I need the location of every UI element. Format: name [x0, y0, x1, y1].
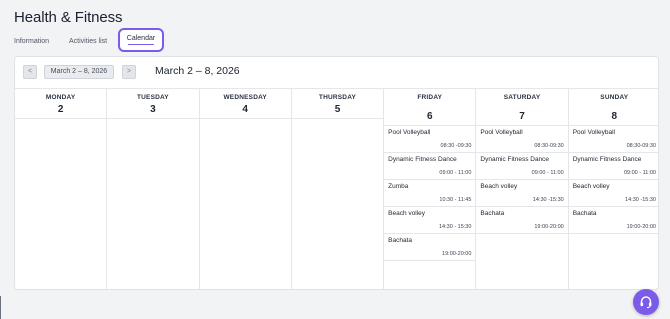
day-number: 2 — [57, 104, 64, 115]
week-grid: MONDAY 2 TUESDAY 3 WEDNESDAY 4 THURSDAY 5 FRIDAY… — [15, 88, 658, 289]
next-week-button[interactable]: > — [122, 65, 136, 79]
calendar-event[interactable]: Pool Volleyball 08:30-09:30 — [476, 126, 568, 153]
day-column-thursday: THURSDAY 5 — [291, 89, 385, 289]
day-header: FRIDAY 6 — [384, 89, 476, 126]
day-header: WEDNESDAY 4 — [199, 89, 291, 119]
event-time: 19:00-20:00 — [626, 224, 656, 230]
event-time: 14:30 -15:30 — [625, 197, 656, 203]
day-number: 3 — [150, 104, 156, 115]
event-name: Dynamic Fitness Dance — [480, 156, 550, 163]
day-header: SUNDAY 8 — [568, 89, 658, 126]
day-number: 5 — [334, 104, 341, 115]
event-time: 08:30 -09:30 — [440, 143, 472, 149]
calendar-event[interactable]: Beach volley 14:30 -15:30 — [568, 180, 658, 207]
day-number: 4 — [242, 104, 248, 115]
event-time: 09:00 - 11:00 — [439, 170, 472, 176]
day-header: SATURDAY 7 — [476, 89, 568, 126]
calendar-event[interactable]: Bachata 19:00-20:00 — [476, 207, 568, 234]
page-title: Health & Fitness — [14, 9, 123, 26]
day-name: SUNDAY — [600, 94, 629, 101]
event-time: 19:00-20:00 — [534, 224, 564, 230]
day-column-monday: MONDAY 2 — [15, 89, 108, 289]
day-header: MONDAY 2 — [15, 89, 107, 119]
day-number: 7 — [519, 111, 525, 122]
event-time: 19:00-20:00 — [442, 251, 472, 257]
day-name: WEDNESDAY — [223, 94, 267, 101]
day-name: SATURDAY — [503, 94, 541, 101]
headset-icon — [640, 296, 652, 309]
day-header: THURSDAY 5 — [291, 89, 384, 119]
date-range-picker[interactable]: March 2 – 8, 2026 — [44, 65, 114, 79]
event-name: Beach volley — [480, 183, 518, 190]
event-name: Pool Volleyball — [480, 129, 523, 136]
week-range-title: March 2 – 8, 2026 — [155, 65, 240, 77]
event-time: 10:30 - 11:45 — [439, 197, 472, 203]
day-name: TUESDAY — [136, 94, 169, 101]
left-edge-divider — [0, 296, 1, 319]
tab-calendar[interactable]: Calendar — [118, 28, 164, 52]
calendar-event[interactable]: Bachata 19:00-20:00 — [384, 234, 476, 261]
event-name: Bachata — [388, 237, 412, 244]
day-name: THURSDAY — [318, 94, 357, 101]
event-time: 09:00 - 11:00 — [623, 170, 656, 176]
event-name: Beach volley — [388, 210, 425, 217]
calendar-event[interactable]: Beach volley 14:30 -15:30 — [476, 180, 568, 207]
event-name: Pool Volleyball — [388, 129, 431, 136]
event-name: Dynamic Fitness Dance — [572, 156, 642, 163]
day-number: 6 — [426, 111, 433, 122]
prev-week-button[interactable]: < — [23, 65, 37, 79]
event-time: 14:30 - 15:30 — [438, 224, 472, 230]
active-tab-underline — [128, 44, 154, 45]
calendar-card: < March 2 – 8, 2026 > March 2 – 8, 2026 … — [14, 56, 659, 290]
event-time: 08:30-09:30 — [626, 143, 656, 149]
event-name: Zumba — [388, 183, 409, 190]
calendar-event[interactable]: Dynamic Fitness Dance 09:00 - 11:00 — [384, 153, 476, 180]
support-chat-button[interactable] — [633, 289, 659, 315]
event-name: Bachata — [572, 210, 597, 217]
calendar-event[interactable]: Dynamic Fitness Dance 09:00 - 11:00 — [568, 153, 658, 180]
calendar-event[interactable]: Pool Volleyball 08:30 -09:30 — [384, 126, 476, 153]
event-name: Beach volley — [572, 183, 610, 190]
tab-activities-list[interactable]: Activities list — [69, 32, 107, 56]
day-name: MONDAY — [45, 94, 76, 101]
day-column-saturday: SATURDAY 7 Pool Volleyball 08:30-09:30 Dynam… — [476, 89, 569, 289]
event-time: 09:00 - 11:00 — [531, 170, 564, 176]
day-column-tuesday: TUESDAY 3 — [107, 89, 200, 289]
day-header: TUESDAY 3 — [107, 89, 199, 119]
event-name: Pool Volleyball — [572, 129, 615, 136]
tab-calendar-label: Calendar — [126, 35, 156, 42]
day-column-sunday: SUNDAY 8 Pool Volleyball 08:30-09:30 Dynamic… — [568, 89, 658, 289]
tab-information[interactable]: Information — [14, 32, 49, 56]
calendar-event[interactable]: Pool Volleyball 08:30-09:30 — [568, 126, 658, 153]
day-number: 8 — [611, 111, 618, 122]
day-column-friday: FRIDAY 6 Pool Volleyball 08:30 -09:30 Dynami… — [384, 89, 477, 289]
event-time: 08:30-09:30 — [534, 143, 564, 149]
day-column-wednesday: WEDNESDAY 4 — [199, 89, 292, 289]
day-name: FRIDAY — [417, 94, 443, 101]
calendar-toolbar: < March 2 – 8, 2026 > March 2 – 8, 2026 — [15, 57, 658, 88]
calendar-event[interactable]: Zumba 10:30 - 11:45 — [384, 180, 476, 207]
event-name: Dynamic Fitness Dance — [388, 156, 457, 163]
calendar-event[interactable]: Bachata 19:00-20:00 — [568, 207, 658, 234]
event-time: 14:30 -15:30 — [532, 197, 564, 203]
event-name: Bachata — [480, 210, 505, 217]
calendar-event[interactable]: Beach volley 14:30 - 15:30 — [384, 207, 476, 234]
calendar-event[interactable]: Dynamic Fitness Dance 09:00 - 11:00 — [476, 153, 568, 180]
